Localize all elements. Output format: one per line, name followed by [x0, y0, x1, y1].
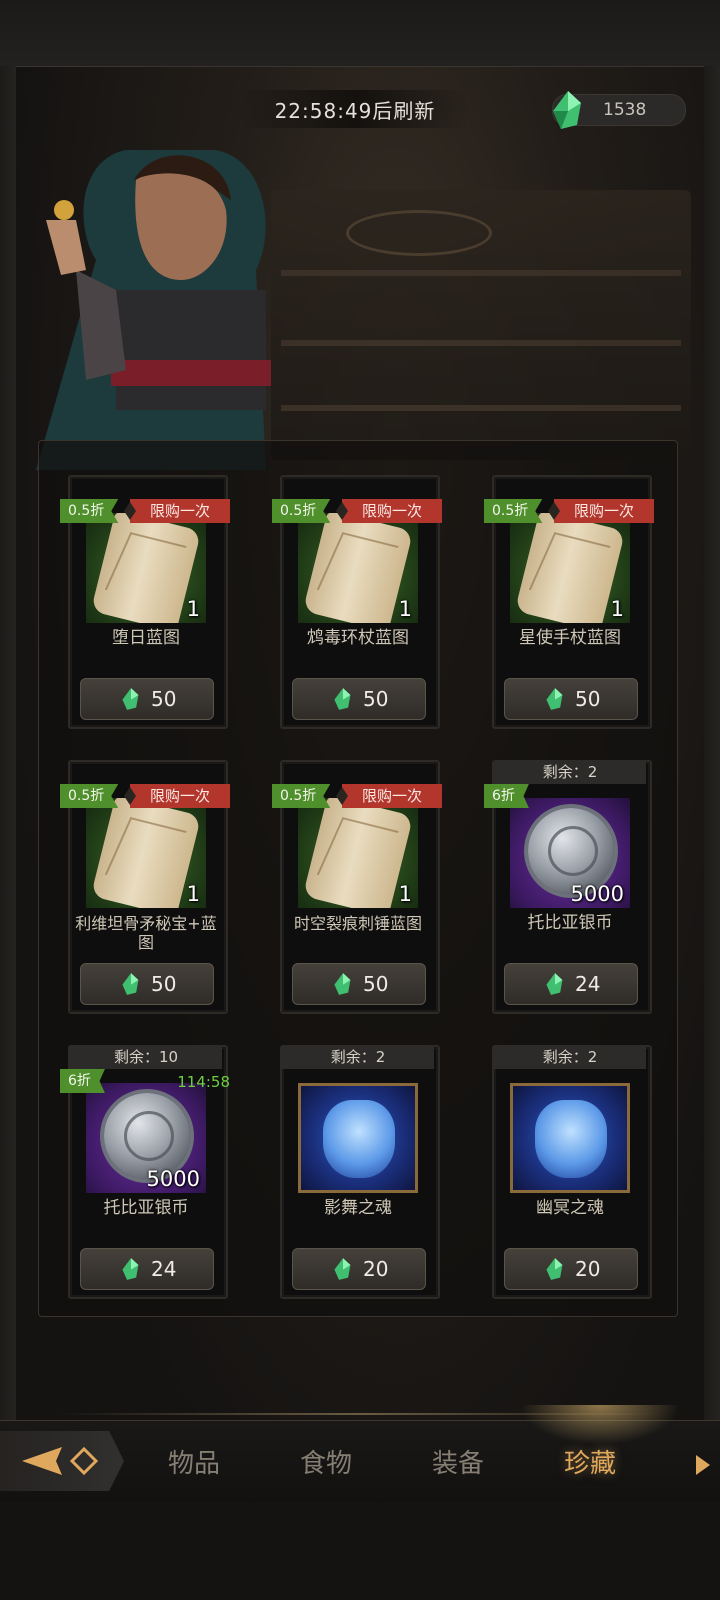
green-crystal-icon	[331, 686, 355, 716]
discount-badge: 0.5折	[272, 499, 331, 523]
green-crystal-icon	[331, 971, 355, 1001]
back-button[interactable]	[0, 1431, 124, 1491]
tab-treasures[interactable]: 珍藏	[564, 1443, 616, 1480]
shop-item-card[interactable]: 1 0.5折 限购一次 时空裂痕刺锤蓝图 50	[272, 760, 442, 1014]
item-price: 24	[575, 972, 601, 996]
green-crystal-icon	[543, 1256, 567, 1286]
shop-item-card[interactable]: 1 0.5折 限购一次 星使手杖蓝图 50	[484, 475, 654, 729]
bottom-frame	[0, 1502, 720, 1600]
item-art-coin: 5000	[86, 1083, 206, 1193]
next-tab-arrow-icon[interactable]	[696, 1455, 710, 1475]
green-crystal-icon	[543, 971, 567, 1001]
top-frame	[0, 0, 720, 67]
item-art-scroll: 1	[298, 798, 418, 908]
left-frame	[0, 66, 16, 1446]
item-name: 托比亚银币	[103, 1198, 189, 1218]
buy-button[interactable]: 50	[80, 963, 214, 1005]
remaining-count: 剩余：2	[494, 760, 646, 784]
shop-item-card[interactable]: 剩余：10 5000 6折 114:58 托比亚银币 24	[60, 1045, 230, 1299]
tab-items[interactable]: 物品	[168, 1443, 220, 1480]
right-frame	[704, 66, 720, 1446]
discount-badge: 0.5折	[60, 499, 119, 523]
category-tab-bar: 物品 食物 装备 珍藏	[0, 1405, 720, 1503]
discount-timer: 114:58	[177, 1073, 230, 1091]
green-crystal-icon	[331, 1256, 355, 1286]
buy-button[interactable]: 50	[292, 678, 426, 720]
shop-item-card[interactable]: 1 0.5折 限购一次 利维坦骨矛秘宝+蓝图 50	[60, 760, 230, 1014]
item-art-scroll: 1	[86, 798, 206, 908]
item-art-wolf-soul	[298, 1083, 418, 1193]
currency-display[interactable]: 1538	[552, 91, 686, 129]
shop-item-card[interactable]: 剩余：2 幽冥之魂 20	[492, 1045, 652, 1299]
item-art-scroll: 1	[298, 513, 418, 623]
shop-item-card[interactable]: 剩余：2 5000 6折 托比亚银币 24	[484, 760, 652, 1014]
item-price: 50	[363, 972, 389, 996]
shop-item-card[interactable]: 剩余：2 影舞之魂 20	[280, 1045, 440, 1299]
tab-equipment[interactable]: 装备	[432, 1443, 484, 1480]
item-price: 20	[363, 1257, 389, 1281]
discount-badge: 6折	[60, 1069, 105, 1093]
item-name: 托比亚银币	[527, 913, 613, 933]
green-crystal-icon	[119, 1256, 143, 1286]
item-art-scroll: 1	[86, 513, 206, 623]
item-name: 时空裂痕刺锤蓝图	[293, 914, 422, 933]
green-crystal-icon	[119, 971, 143, 1001]
currency-amount: 1538	[603, 100, 647, 120]
shop-item-card[interactable]: 1 0.5折 限购一次 堕日蓝图 50	[60, 475, 230, 729]
remaining-count: 剩余：10	[70, 1045, 222, 1069]
limit-badge: 限购一次	[342, 499, 442, 523]
merchant-scene	[16, 140, 704, 470]
buy-button[interactable]: 50	[80, 678, 214, 720]
limit-badge: 限购一次	[130, 784, 230, 808]
item-price: 20	[575, 1257, 601, 1281]
green-crystal-icon	[119, 686, 143, 716]
item-name: 幽冥之魂	[536, 1198, 604, 1218]
remaining-count: 剩余：2	[494, 1045, 646, 1069]
item-price: 50	[575, 687, 601, 711]
item-name: 影舞之魂	[324, 1198, 392, 1218]
item-art-scroll: 1	[510, 513, 630, 623]
buy-button[interactable]: 24	[80, 1248, 214, 1290]
refresh-countdown: 22:58:49后刷新	[240, 90, 470, 128]
item-price: 50	[151, 687, 177, 711]
limit-badge: 限购一次	[342, 784, 442, 808]
item-price: 50	[151, 972, 177, 996]
item-name: 鸩毒环杖蓝图	[307, 628, 409, 648]
discount-badge: 0.5折	[484, 499, 543, 523]
merchant-npc	[36, 150, 271, 470]
discount-badge: 6折	[484, 784, 529, 808]
remaining-count: 剩余：2	[282, 1045, 434, 1069]
buy-button[interactable]: 20	[504, 1248, 638, 1290]
green-crystal-icon	[547, 89, 589, 135]
item-art-ghost-soul	[510, 1083, 630, 1193]
shop-item-card[interactable]: 1 0.5折 限购一次 鸩毒环杖蓝图 50	[272, 475, 442, 729]
buy-button[interactable]: 50	[504, 678, 638, 720]
discount-badge: 0.5折	[60, 784, 119, 808]
item-name: 利维坦骨矛秘宝+蓝图	[75, 914, 217, 952]
buy-button[interactable]: 50	[292, 963, 426, 1005]
item-price: 50	[363, 687, 389, 711]
item-price: 24	[151, 1257, 177, 1281]
green-crystal-icon	[543, 686, 567, 716]
buy-button[interactable]: 20	[292, 1248, 426, 1290]
limit-badge: 限购一次	[130, 499, 230, 523]
chandelier	[346, 210, 492, 256]
tab-food[interactable]: 食物	[300, 1443, 352, 1480]
limit-badge: 限购一次	[554, 499, 654, 523]
item-name: 堕日蓝图	[112, 628, 180, 648]
item-art-coin: 5000	[510, 798, 630, 908]
discount-badge: 0.5折	[272, 784, 331, 808]
buy-button[interactable]: 24	[504, 963, 638, 1005]
back-arrow-icon	[22, 1446, 99, 1476]
item-name: 星使手杖蓝图	[519, 628, 621, 648]
